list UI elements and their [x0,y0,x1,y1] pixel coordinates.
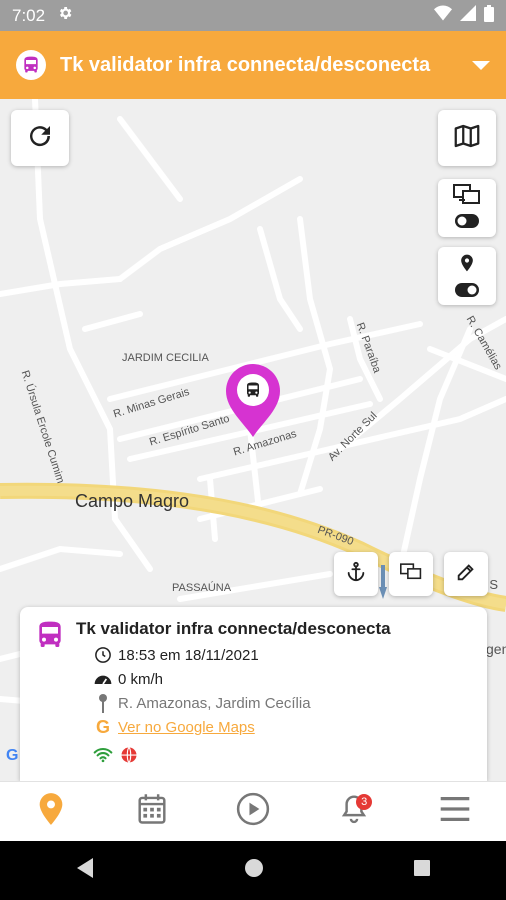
nav-playback[interactable] [223,782,283,842]
show-location-toggle-button[interactable] [438,247,496,305]
anchor-button[interactable] [334,552,378,596]
map-label-passauna: PASSAÚNA [172,582,232,594]
toggle-switch-icon [455,213,479,233]
battery-icon [484,4,494,27]
nav-menu[interactable] [425,782,485,842]
devices-icon [453,183,481,211]
map-label-partial-2: gen [486,641,506,657]
show-devices-toggle-button[interactable] [438,179,496,237]
hamburger-menu-icon [439,796,471,827]
nav-map[interactable] [21,782,81,842]
edit-button[interactable] [444,552,488,596]
anchor-icon [345,561,367,588]
map-type-button[interactable] [438,110,496,166]
toggle-switch-icon [455,282,479,302]
system-navigation-bar [0,841,506,900]
bottom-navigation: 3 [0,781,506,841]
map-pin-icon [92,693,114,713]
google-logo-fragment: G [6,747,19,764]
settings-status-icon [57,5,73,26]
google-g-icon: G [95,716,110,737]
wifi-icon [92,747,114,763]
globe-icon [118,746,140,764]
speedometer-icon [92,670,114,688]
google-maps-link[interactable]: Ver no Google Maps [118,719,255,736]
vehicle-name: Tk validator infra connecta/desconecta [76,619,391,638]
devices-button[interactable] [389,552,433,596]
bus-avatar-icon [16,50,46,80]
location-marker-icon [37,792,65,831]
app-bar-title: Tk validator infra connecta/desconecta [60,53,431,76]
bus-icon [34,619,66,656]
map-icon [452,121,482,156]
home-button[interactable] [244,858,264,883]
status-bar: 7:02 [0,0,506,31]
nav-calendar[interactable] [122,782,182,842]
refresh-icon [25,121,55,156]
location-pin-icon [457,251,477,280]
vehicle-location-marker[interactable] [222,361,284,439]
address-text: R. Amazonas, Jardim Cecília [118,694,311,712]
devices-small-icon [400,562,422,586]
google-maps-row[interactable]: G Ver no Google Maps [92,715,473,739]
app-bar[interactable]: Tk validator infra connecta/desconecta [0,31,506,99]
vehicle-info-card[interactable]: Tk validator infra connecta/desconecta 1… [20,607,487,781]
calendar-icon [137,793,167,830]
wifi-status-icon [434,5,452,26]
recents-button[interactable] [413,859,431,882]
timestamp-text: 18:53 em 18/11/2021 [118,646,259,664]
cell-signal-icon [460,5,476,26]
speed-row: 0 km/h [92,667,473,691]
refresh-button[interactable] [11,110,69,166]
clock-icon [92,646,114,664]
small-location-pin-icon [378,565,388,599]
speed-text: 0 km/h [118,670,164,688]
nav-notifications[interactable]: 3 [324,782,384,842]
address-row: R. Amazonas, Jardim Cecília [92,691,473,715]
map-label-campo-magro: Campo Magro [75,491,190,511]
notification-badge: 3 [356,793,373,810]
timestamp-row: 18:53 em 18/11/2021 [92,643,473,667]
play-circle-icon [236,792,270,831]
edit-icon [455,561,477,588]
back-button[interactable] [75,857,95,884]
dropdown-caret-icon[interactable] [472,60,490,70]
connectivity-row [92,743,473,767]
status-time: 7:02 [12,5,46,25]
map-label-jardim-cecilia: JARDIM CECILIA [122,352,209,364]
